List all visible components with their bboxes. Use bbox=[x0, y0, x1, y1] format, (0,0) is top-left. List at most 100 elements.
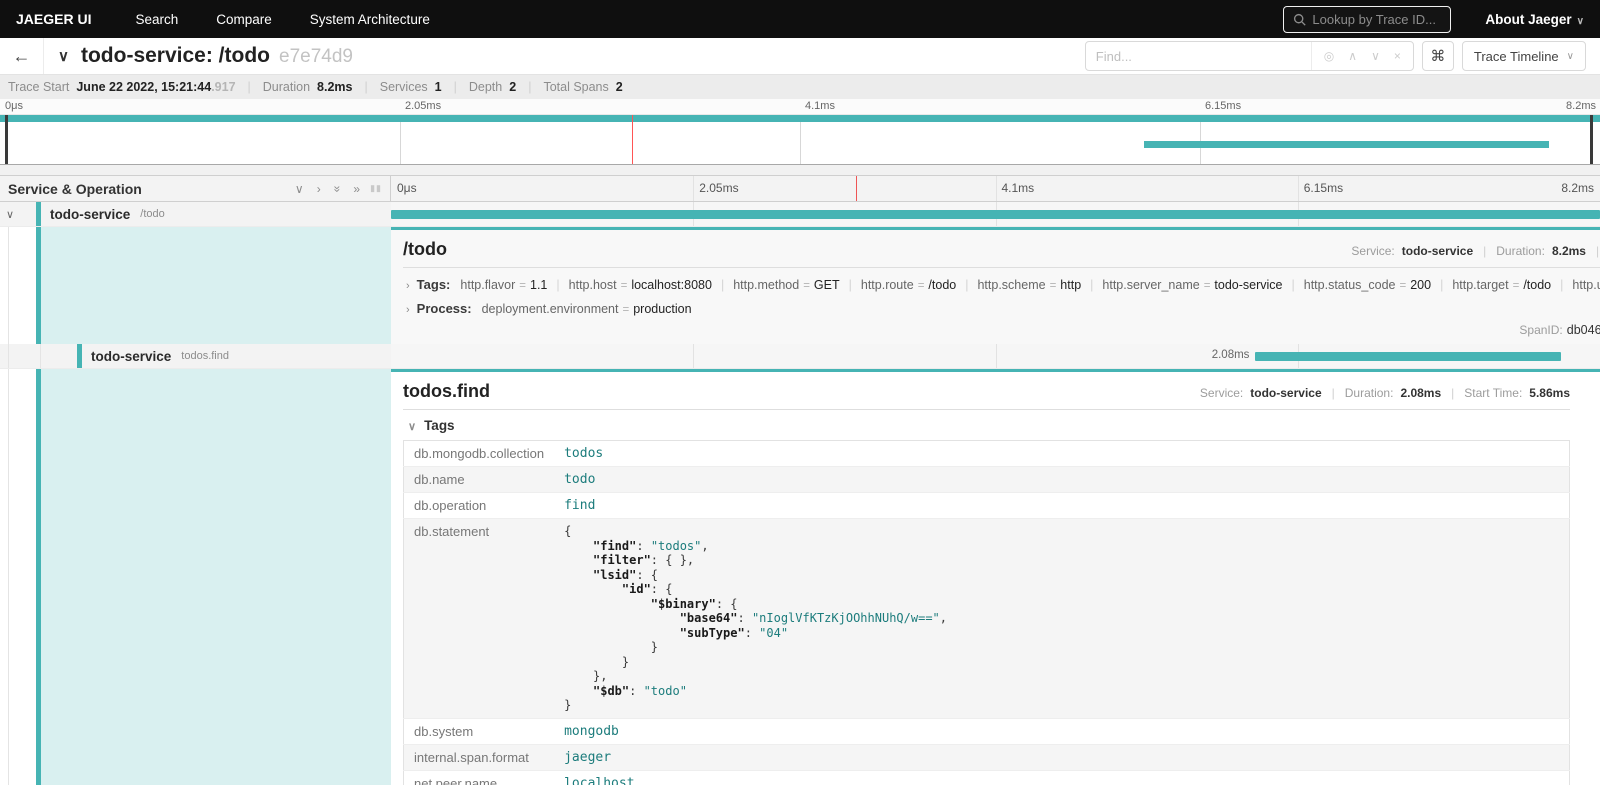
minimap-right-scrubber[interactable] bbox=[1590, 115, 1593, 164]
chevron-down-icon: ∨ bbox=[1567, 51, 1574, 62]
chevron-down-icon: ∨ bbox=[1577, 16, 1584, 27]
detail-meta: Service:todo-service | Duration:8.2ms | … bbox=[1351, 244, 1600, 258]
tree-guide-line bbox=[40, 344, 41, 368]
detail-indent-highlight bbox=[41, 227, 391, 344]
tags-section-toggle[interactable]: ∨Tags bbox=[405, 418, 1570, 433]
tags-key-value-table: db.mongodb.collectiontodosdb.nametododb.… bbox=[403, 440, 1570, 785]
back-arrow-icon: ← bbox=[13, 46, 31, 67]
tag-value: todo bbox=[554, 467, 1569, 493]
clear-find-icon[interactable]: × bbox=[1394, 49, 1401, 63]
lookup-trace-input[interactable]: Lookup by Trace ID... bbox=[1283, 6, 1451, 33]
timeline-header-row: Service & Operation ∨ › » » ▮▮ 0μs 2.05m… bbox=[0, 175, 1600, 202]
tag-separator: | bbox=[1292, 278, 1295, 292]
tag-key: db.mongodb.collection bbox=[404, 441, 555, 467]
tag-item: http.user_agent=M... bbox=[1572, 278, 1600, 292]
span-operation-name: todos.find bbox=[181, 350, 229, 362]
timeline-gridline bbox=[693, 344, 694, 368]
detail-operation-title[interactable]: /todo bbox=[403, 239, 447, 260]
services-label: Services bbox=[380, 80, 428, 94]
span-detail-panel: todos.find Service:todo-service | Durati… bbox=[391, 369, 1600, 785]
chevron-down-icon: ∨ bbox=[408, 421, 416, 433]
find-input[interactable]: Find... bbox=[1086, 42, 1311, 70]
detail-operation-title[interactable]: todos.find bbox=[403, 381, 490, 402]
tag-key: db.name bbox=[404, 467, 555, 493]
span-detail-panel: /todo Service:todo-service | Duration:8.… bbox=[391, 227, 1600, 344]
span-detail-gutter bbox=[0, 369, 391, 785]
service-color-bar bbox=[36, 202, 41, 226]
app-logo[interactable]: JAEGER UI bbox=[16, 11, 91, 27]
detail-meta: Service:todo-service | Duration:2.08ms |… bbox=[1200, 386, 1570, 400]
expand-one-icon[interactable]: › bbox=[317, 183, 321, 195]
collapse-all-icon[interactable]: » bbox=[331, 185, 343, 192]
trace-start-label: Trace Start bbox=[8, 80, 69, 94]
tag-item: http.status_code=200 bbox=[1304, 278, 1431, 292]
lookup-placeholder: Lookup by Trace ID... bbox=[1312, 12, 1436, 27]
tree-guide-line bbox=[8, 344, 9, 368]
tag-value: localhost bbox=[554, 770, 1569, 785]
trace-start-value: June 22 2022, 15:21:44.917 bbox=[76, 80, 235, 94]
tag-item: deployment.environment=production bbox=[482, 302, 692, 316]
process-accordion-row[interactable]: › Process: deployment.environment=produc… bbox=[403, 301, 1600, 316]
nav-item-system-architecture[interactable]: System Architecture bbox=[310, 12, 430, 27]
tag-item: http.server_name=todo-service bbox=[1102, 278, 1282, 292]
tags-accordion-row[interactable]: › Tags: http.flavor=1.1|http.host=localh… bbox=[403, 277, 1600, 292]
tag-value: find bbox=[554, 493, 1569, 519]
timeline-gridline bbox=[996, 344, 997, 368]
nav-item-search[interactable]: Search bbox=[135, 12, 178, 27]
match-scroll-icon[interactable]: ◎ bbox=[1324, 49, 1334, 63]
find-controls: ◎ ∧ ∨ × bbox=[1311, 42, 1413, 70]
span-detail-root: /todo Service:todo-service | Duration:8.… bbox=[0, 227, 1600, 344]
expand-all-icon[interactable]: » bbox=[353, 183, 360, 195]
column-resizer-handle[interactable]: ▮▮ bbox=[370, 183, 382, 194]
tag-item: http.method=GET bbox=[733, 278, 839, 292]
tag-separator: | bbox=[556, 278, 559, 292]
chevron-right-icon: › bbox=[406, 280, 410, 292]
tag-row: db.mongodb.collectiontodos bbox=[404, 441, 1570, 467]
tag-row: net.peer.namelocalhost bbox=[404, 770, 1570, 785]
tag-item: http.host=localhost:8080 bbox=[569, 278, 712, 292]
trace-title: todo-service: /todoe7e74d9 bbox=[81, 44, 353, 68]
timeline-cursor-guide bbox=[856, 176, 857, 201]
prev-match-icon[interactable]: ∧ bbox=[1348, 49, 1357, 63]
timeline-gridline bbox=[693, 176, 694, 201]
back-button[interactable]: ← bbox=[0, 38, 44, 74]
collapse-one-icon[interactable]: ∨ bbox=[295, 183, 304, 195]
tag-value: jaeger bbox=[554, 744, 1569, 770]
tag-row: db.statement{ "find": "todos", "filter":… bbox=[404, 519, 1570, 719]
tag-item: http.flavor=1.1 bbox=[460, 278, 547, 292]
tag-value: todos bbox=[554, 441, 1569, 467]
inline-tag-list: http.flavor=1.1 | http.host=localhost:8080… bbox=[460, 278, 1600, 292]
minimap-tick: 0μs bbox=[0, 100, 23, 112]
span-duration-label: 2.08ms bbox=[1212, 349, 1256, 361]
tag-item: http.scheme=http bbox=[977, 278, 1081, 292]
service-color-bar bbox=[36, 369, 41, 785]
services-value: 1 bbox=[435, 80, 442, 94]
timeline-tick: 0μs bbox=[391, 181, 417, 195]
minimap-spacer bbox=[0, 165, 1600, 175]
keyboard-shortcuts-button[interactable]: ⌘ bbox=[1422, 41, 1454, 71]
span-duration-bar[interactable] bbox=[1255, 352, 1561, 361]
command-icon: ⌘ bbox=[1430, 47, 1445, 65]
minimap-left-scrubber[interactable] bbox=[5, 115, 8, 164]
tag-key: internal.span.format bbox=[404, 744, 555, 770]
depth-value: 2 bbox=[509, 80, 516, 94]
row-collapse-chevron-icon[interactable]: ∨ bbox=[6, 208, 14, 221]
tag-row: db.systemmongodb bbox=[404, 718, 1570, 744]
inline-process-list: deployment.environment=production bbox=[482, 302, 692, 316]
total-spans-value: 2 bbox=[616, 80, 623, 94]
trace-summary-bar: Trace Start June 22 2022, 15:21:44.917 |… bbox=[0, 75, 1600, 99]
span-row-root[interactable]: ∨ todo-service /todo bbox=[0, 202, 1600, 227]
service-operation-header: Service & Operation bbox=[8, 181, 295, 197]
trace-minimap[interactable] bbox=[0, 114, 1600, 165]
tree-guide-line bbox=[8, 227, 9, 344]
nav-item-compare[interactable]: Compare bbox=[216, 12, 272, 27]
trace-view-selector[interactable]: Trace Timeline ∨ bbox=[1462, 41, 1586, 71]
trace-collapse-chevron-icon[interactable]: ∨ bbox=[58, 47, 69, 65]
next-match-icon[interactable]: ∨ bbox=[1371, 49, 1380, 63]
minimap-tick-labels: 0μs 2.05ms 4.1ms 6.15ms 8.2ms bbox=[0, 99, 1600, 114]
span-row-child[interactable]: todo-service todos.find 2.08ms bbox=[0, 344, 1600, 369]
span-duration-bar[interactable] bbox=[391, 210, 1600, 219]
tag-item: http.route=/todo bbox=[861, 278, 956, 292]
tag-separator: | bbox=[849, 278, 852, 292]
about-jaeger-menu[interactable]: About Jaeger∨ bbox=[1485, 12, 1584, 27]
